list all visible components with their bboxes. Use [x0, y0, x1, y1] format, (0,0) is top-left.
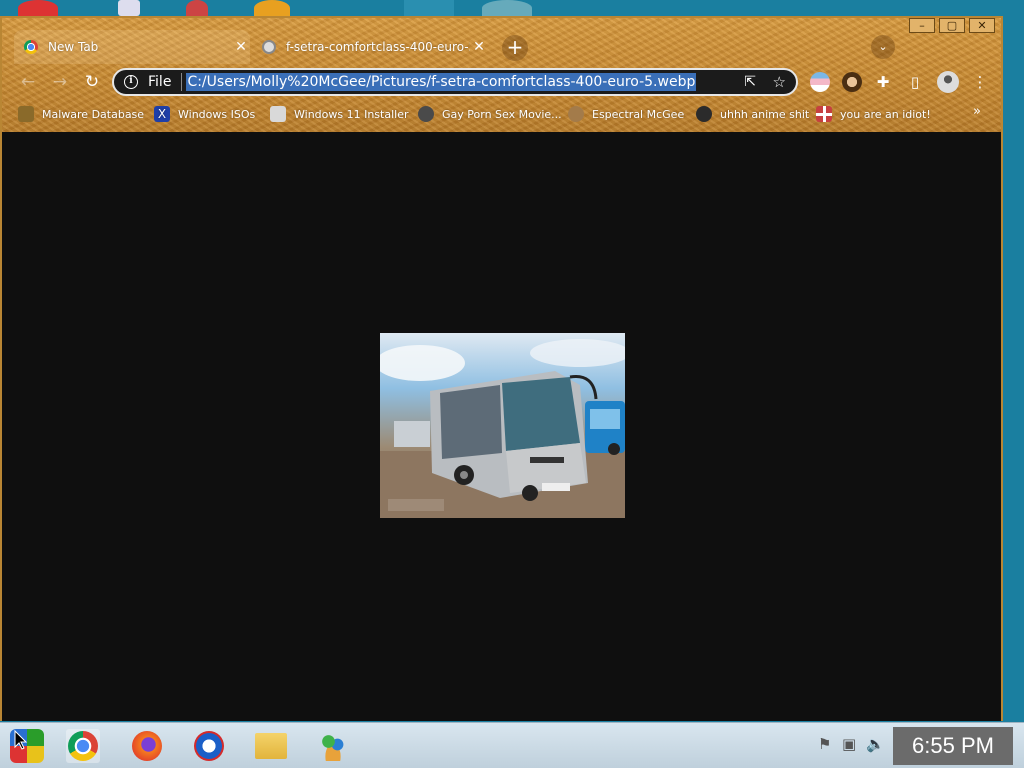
chrome-icon	[68, 731, 98, 761]
desktop-icon-partial[interactable]	[254, 0, 290, 16]
bookmark-label: uhhh anime shit	[720, 107, 810, 121]
minimize-button[interactable]: –	[909, 18, 935, 33]
volume-icon[interactable]: 🔈	[866, 735, 885, 753]
bookmark-star-icon[interactable]: ☆	[773, 73, 786, 91]
firefox-icon	[132, 731, 162, 761]
bookmark-label: Windows 11 Installer	[294, 107, 409, 121]
bookmarks-overflow-button[interactable]: »	[973, 104, 981, 119]
forward-button[interactable]: →	[48, 70, 72, 94]
profile-avatar-icon[interactable]	[937, 71, 959, 93]
folder-icon	[255, 733, 287, 759]
side-panel-icon[interactable]: ▯	[903, 70, 927, 94]
bookmark-item[interactable]: X Windows ISOs	[154, 105, 255, 123]
bookmark-item[interactable]: Windows 11 Installer	[270, 105, 409, 123]
film-icon	[418, 106, 434, 122]
browser-frame: – ▢ ✕ New Tab ✕ f-setra-comfortclass-400…	[2, 18, 1001, 132]
opera-icon	[194, 731, 224, 761]
new-tab-button[interactable]: +	[502, 35, 528, 61]
divider	[181, 73, 183, 91]
bookmark-item[interactable]: Gay Porn Sex Movie...	[418, 105, 562, 123]
avatar-icon	[568, 106, 584, 122]
desktop-icon-partial[interactable]	[118, 0, 140, 16]
tab-image[interactable]: f-setra-comfortclass-400-euro-5 ✕	[252, 30, 488, 64]
bookmark-label: Gay Porn Sex Movie...	[442, 107, 562, 121]
reload-button[interactable]: ↻	[80, 70, 104, 94]
taskbar-firefox-button[interactable]	[130, 729, 164, 763]
taskbar-messenger-button[interactable]	[316, 729, 350, 763]
browser-window: – ▢ ✕ New Tab ✕ f-setra-comfortclass-400…	[0, 16, 1003, 721]
bookmark-label: Windows ISOs	[178, 107, 256, 121]
url-text[interactable]: C:/Users/Molly%20McGee/Pictures/f-setra-…	[186, 73, 697, 91]
page-content	[2, 132, 1001, 721]
taskbar-file-explorer-button[interactable]	[254, 729, 288, 763]
bookmark-item[interactable]: you are an idiot!	[816, 105, 931, 123]
taskbar-clock[interactable]: 6:55 PM	[893, 727, 1013, 765]
action-center-flag-icon[interactable]: ⚑	[818, 735, 831, 753]
network-icon[interactable]: ▣	[842, 735, 856, 753]
window-controls: – ▢ ✕	[909, 18, 995, 33]
scheme-label: File	[148, 74, 172, 90]
taskbar: ⚑ ▣ 🔈 6:55 PM	[0, 722, 1024, 768]
tab-new-tab[interactable]: New Tab ✕	[14, 30, 250, 64]
uk-flag-icon	[816, 106, 832, 122]
share-icon[interactable]: ⇱	[744, 74, 756, 90]
desktop-icon-partial[interactable]	[404, 0, 454, 16]
mouse-cursor-icon	[14, 730, 28, 750]
info-icon[interactable]: i	[124, 75, 138, 89]
bus-photo[interactable]	[380, 333, 625, 518]
installer-icon	[270, 106, 286, 122]
bookmark-label: Malware Database	[42, 107, 145, 121]
bookmark-item[interactable]: Espectral McGee	[568, 105, 684, 123]
bookmark-item[interactable]: uhhh anime shit	[696, 105, 809, 123]
messenger-people-icon	[318, 731, 348, 761]
maximize-button[interactable]: ▢	[939, 18, 965, 33]
bus-illustration	[380, 339, 625, 518]
address-bar[interactable]: i File C:/Users/Molly%20McGee/Pictures/f…	[112, 68, 798, 96]
taskbar-opera-button[interactable]	[192, 729, 226, 763]
bookmark-label: you are an idiot!	[840, 107, 931, 121]
extension-flag-icon[interactable]	[810, 72, 830, 92]
tab-search-button[interactable]: ⌄	[871, 35, 895, 59]
chrome-icon	[24, 40, 38, 54]
back-button[interactable]: ←	[16, 70, 40, 94]
anime-face-icon	[696, 106, 712, 122]
tab-close-icon[interactable]: ✕	[470, 39, 488, 55]
profile-extension-icon[interactable]	[842, 72, 862, 92]
desktop-icon-partial[interactable]	[186, 0, 208, 16]
tab-label: f-setra-comfortclass-400-euro-5	[286, 40, 470, 54]
close-button[interactable]: ✕	[969, 18, 995, 33]
globe-icon	[262, 40, 276, 54]
taskbar-chrome-button[interactable]	[66, 729, 100, 763]
menu-kebab-icon[interactable]: ⋮	[968, 70, 992, 94]
tab-close-icon[interactable]: ✕	[232, 39, 250, 55]
x-logo-icon: X	[154, 106, 170, 122]
desktop-icon-partial[interactable]	[18, 0, 58, 16]
bookmark-item[interactable]: Malware Database	[18, 105, 144, 123]
extensions-puzzle-icon[interactable]: ✚	[871, 70, 895, 94]
bookmark-label: Espectral McGee	[592, 107, 685, 121]
desktop-icon-partial[interactable]	[482, 0, 532, 16]
tab-label: New Tab	[48, 40, 99, 54]
bookmark-favicon-icon	[18, 106, 34, 122]
